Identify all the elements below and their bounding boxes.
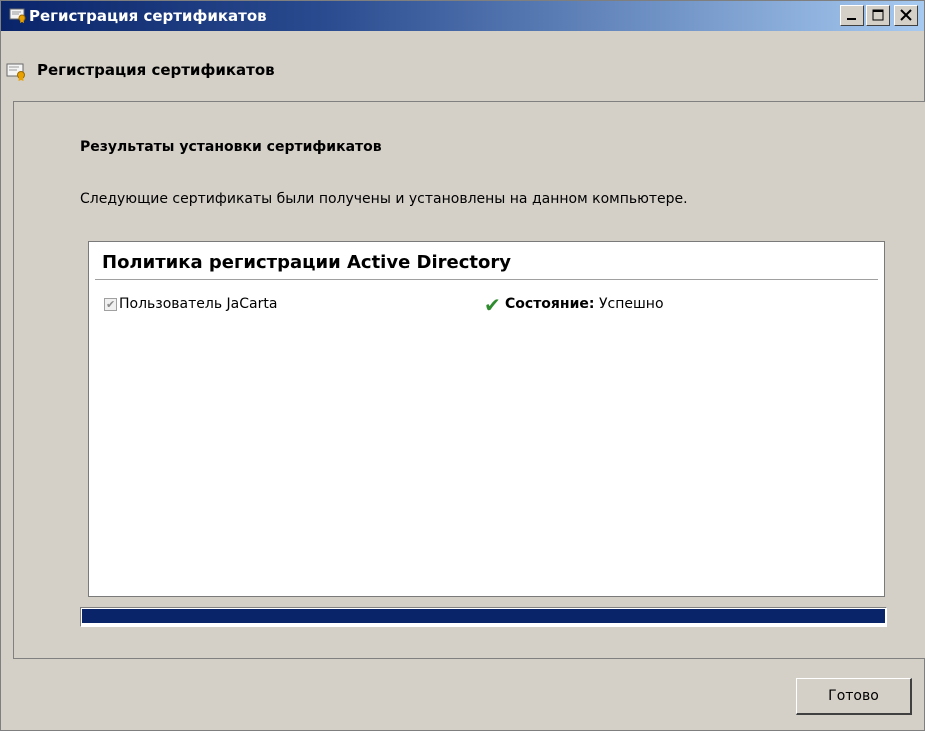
title-bar[interactable]: Регистрация сертификатов [1, 1, 924, 31]
progress-bar [80, 607, 887, 627]
list-item: ✔ Пользователь JaCarta ✔ Состояние: Успе… [104, 293, 874, 317]
page-header: Регистрация сертификатов [1, 53, 924, 99]
checkmark-icon: ✔ [484, 293, 501, 317]
policy-panel: Политика регистрации Active Directory ✔ … [88, 241, 885, 597]
results-content: Результаты установки сертификатов Следую… [13, 101, 925, 659]
minimize-button[interactable] [840, 5, 864, 26]
section-title: Результаты установки сертификатов [80, 139, 382, 155]
close-icon [895, 6, 917, 25]
status-value: Успешно [599, 296, 664, 312]
minimize-icon [841, 6, 863, 25]
maximize-button[interactable] [866, 5, 890, 26]
certificate-checkbox[interactable]: ✔ [104, 298, 117, 311]
done-button[interactable]: Готово [796, 678, 912, 715]
policy-divider [95, 279, 878, 280]
page-title: Регистрация сертификатов [37, 61, 275, 79]
progress-fill [82, 609, 885, 623]
policy-title: Политика регистрации Active Directory [102, 252, 512, 273]
certificate-icon [5, 61, 27, 83]
window-title: Регистрация сертификатов [29, 7, 267, 25]
certificate-icon [9, 7, 27, 23]
certificate-label: Пользователь JaCarta [119, 296, 278, 312]
description-text: Следующие сертификаты были получены и ус… [80, 191, 688, 207]
status-label: Состояние: [505, 296, 595, 312]
maximize-icon [867, 6, 889, 25]
close-button[interactable] [894, 5, 918, 26]
dialog-window: Регистрация сертификатов Регистрация сер… [0, 0, 925, 731]
checkmark-icon: ✔ [106, 298, 116, 311]
